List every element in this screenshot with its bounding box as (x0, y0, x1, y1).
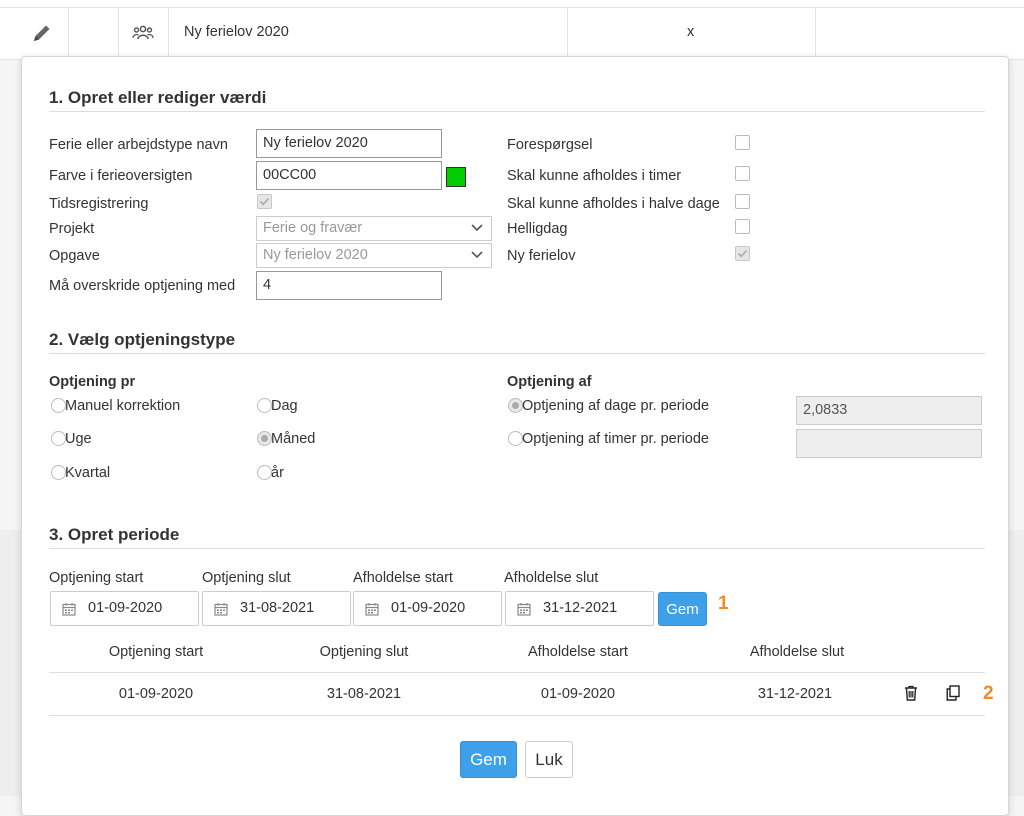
earn-end-value: 31-08-2021 (240, 600, 315, 616)
column-divider (168, 7, 169, 59)
radio-month-label: Måned (271, 431, 316, 447)
section2-divider (49, 353, 985, 354)
earn-of-heading: Optjening af (507, 374, 592, 390)
radio-month[interactable] (257, 431, 272, 446)
name-input[interactable]: Ny ferielov 2020 (256, 129, 442, 158)
earn-start-value: 01-09-2020 (88, 600, 163, 616)
hours-checkbox[interactable] (735, 166, 750, 181)
table-header-rule (49, 672, 985, 673)
radio-manual-label: Manuel korrektion (65, 398, 181, 414)
earn-end-label: Optjening slut (202, 570, 291, 586)
row-mark: x (687, 24, 695, 40)
calendar-icon (517, 602, 531, 616)
cell-hold-start: 01-09-2020 (540, 686, 616, 702)
col-header-hold-end: Afholdelse slut (749, 644, 845, 660)
hours-label: Skal kunne afholdes i timer (507, 168, 682, 184)
days-per-period-input[interactable]: 2,0833 (796, 396, 982, 425)
request-label: Forespørgsel (507, 137, 593, 153)
hold-start-label: Afholdelse start (353, 570, 453, 586)
radio-days-per-period-label: Optjening af dage pr. periode (522, 398, 710, 414)
earn-start-label: Optjening start (49, 570, 144, 586)
timereg-checkbox[interactable] (257, 194, 272, 209)
task-select-value: Ny ferielov 2020 (263, 247, 368, 263)
col-header-hold-start: Afholdelse start (528, 644, 628, 660)
section1-divider (49, 111, 985, 112)
trash-icon[interactable] (904, 685, 918, 705)
earn-start-datepicker[interactable]: 01-09-2020 (50, 591, 199, 626)
annotation-marker-2: 2 (983, 683, 994, 704)
holiday-checkbox[interactable] (735, 219, 750, 234)
radio-hours-per-period[interactable] (508, 431, 523, 446)
column-divider (68, 7, 69, 59)
earn-end-datepicker[interactable]: 31-08-2021 (202, 591, 351, 626)
hold-start-value: 01-09-2020 (391, 600, 466, 616)
project-select-value: Ferie og fravær (263, 220, 363, 236)
radio-week-label: Uge (65, 431, 92, 447)
calendar-icon (214, 602, 228, 616)
task-select[interactable]: Ny ferielov 2020 (256, 243, 492, 268)
radio-quarter[interactable] (51, 465, 66, 480)
annotation-marker-1: 1 (718, 593, 729, 614)
edit-pencil-icon[interactable] (31, 22, 53, 44)
hold-end-label: Afholdelse slut (504, 570, 599, 586)
radio-year-label: år (271, 465, 284, 481)
halfdays-checkbox[interactable] (735, 194, 750, 209)
col-header-earn-start: Optjening start (108, 644, 204, 660)
background-table-row: Ny ferielov 2020 x (0, 0, 1024, 60)
section3-title: 3. Opret periode (49, 525, 180, 544)
column-divider (567, 7, 568, 59)
table-row-rule (49, 715, 985, 716)
column-divider (118, 7, 119, 59)
project-label: Projekt (49, 221, 95, 237)
color-swatch[interactable] (446, 167, 466, 187)
project-select[interactable]: Ferie og fravær (256, 216, 492, 241)
table-top-rule (0, 7, 1024, 8)
col-header-earn-end: Optjening slut (319, 644, 409, 660)
color-label: Farve i ferieoversigten (49, 168, 193, 184)
section1-title: 1. Opret eller rediger værdi (49, 88, 267, 107)
color-input[interactable]: 00CC00 (256, 161, 442, 190)
radio-week[interactable] (51, 431, 66, 446)
exceed-label: Må overskride optjening med (49, 278, 236, 294)
exceed-input[interactable]: 4 (256, 271, 442, 300)
cell-earn-start: 01-09-2020 (118, 686, 194, 702)
calendar-icon (365, 602, 379, 616)
task-label: Opgave (49, 248, 100, 264)
chevron-down-icon (471, 221, 483, 233)
hold-start-datepicker[interactable]: 01-09-2020 (353, 591, 502, 626)
radio-hours-per-period-label: Optjening af timer pr. periode (522, 431, 709, 447)
cell-hold-end: 31-12-2021 (757, 686, 833, 702)
radio-year[interactable] (257, 465, 272, 480)
timereg-label: Tidsregistrering (49, 196, 149, 212)
row-name: Ny ferielov 2020 (184, 24, 289, 40)
edit-value-dialog: 1. Opret eller rediger værdi Ferie eller… (21, 56, 1009, 816)
newlaw-label: Ny ferielov (507, 248, 576, 264)
hold-end-datepicker[interactable]: 31-12-2021 (505, 591, 654, 626)
save-button[interactable]: Gem (460, 741, 517, 778)
chevron-down-icon (471, 248, 483, 260)
copy-icon[interactable] (946, 685, 960, 705)
column-divider (815, 7, 816, 59)
radio-days-per-period[interactable] (508, 398, 523, 413)
cell-earn-end: 31-08-2021 (326, 686, 402, 702)
hours-per-period-input[interactable] (796, 429, 982, 458)
halfdays-label: Skal kunne afholdes i halve dage (507, 196, 720, 212)
earn-per-heading: Optjening pr (49, 374, 136, 390)
group-people-icon (132, 25, 154, 41)
name-label: Ferie eller arbejdstype navn (49, 137, 228, 153)
radio-day[interactable] (257, 398, 272, 413)
calendar-icon (62, 602, 76, 616)
section3-divider (49, 548, 985, 549)
radio-manual[interactable] (51, 398, 66, 413)
newlaw-checkbox[interactable] (735, 246, 750, 261)
request-checkbox[interactable] (735, 135, 750, 150)
section2-title: 2. Vælg optjeningstype (49, 330, 236, 349)
hold-end-value: 31-12-2021 (543, 600, 618, 616)
radio-quarter-label: Kvartal (65, 465, 111, 481)
radio-day-label: Dag (271, 398, 298, 414)
period-save-button[interactable]: Gem (658, 592, 707, 626)
close-button[interactable]: Luk (525, 741, 573, 778)
holiday-label: Helligdag (507, 221, 568, 237)
